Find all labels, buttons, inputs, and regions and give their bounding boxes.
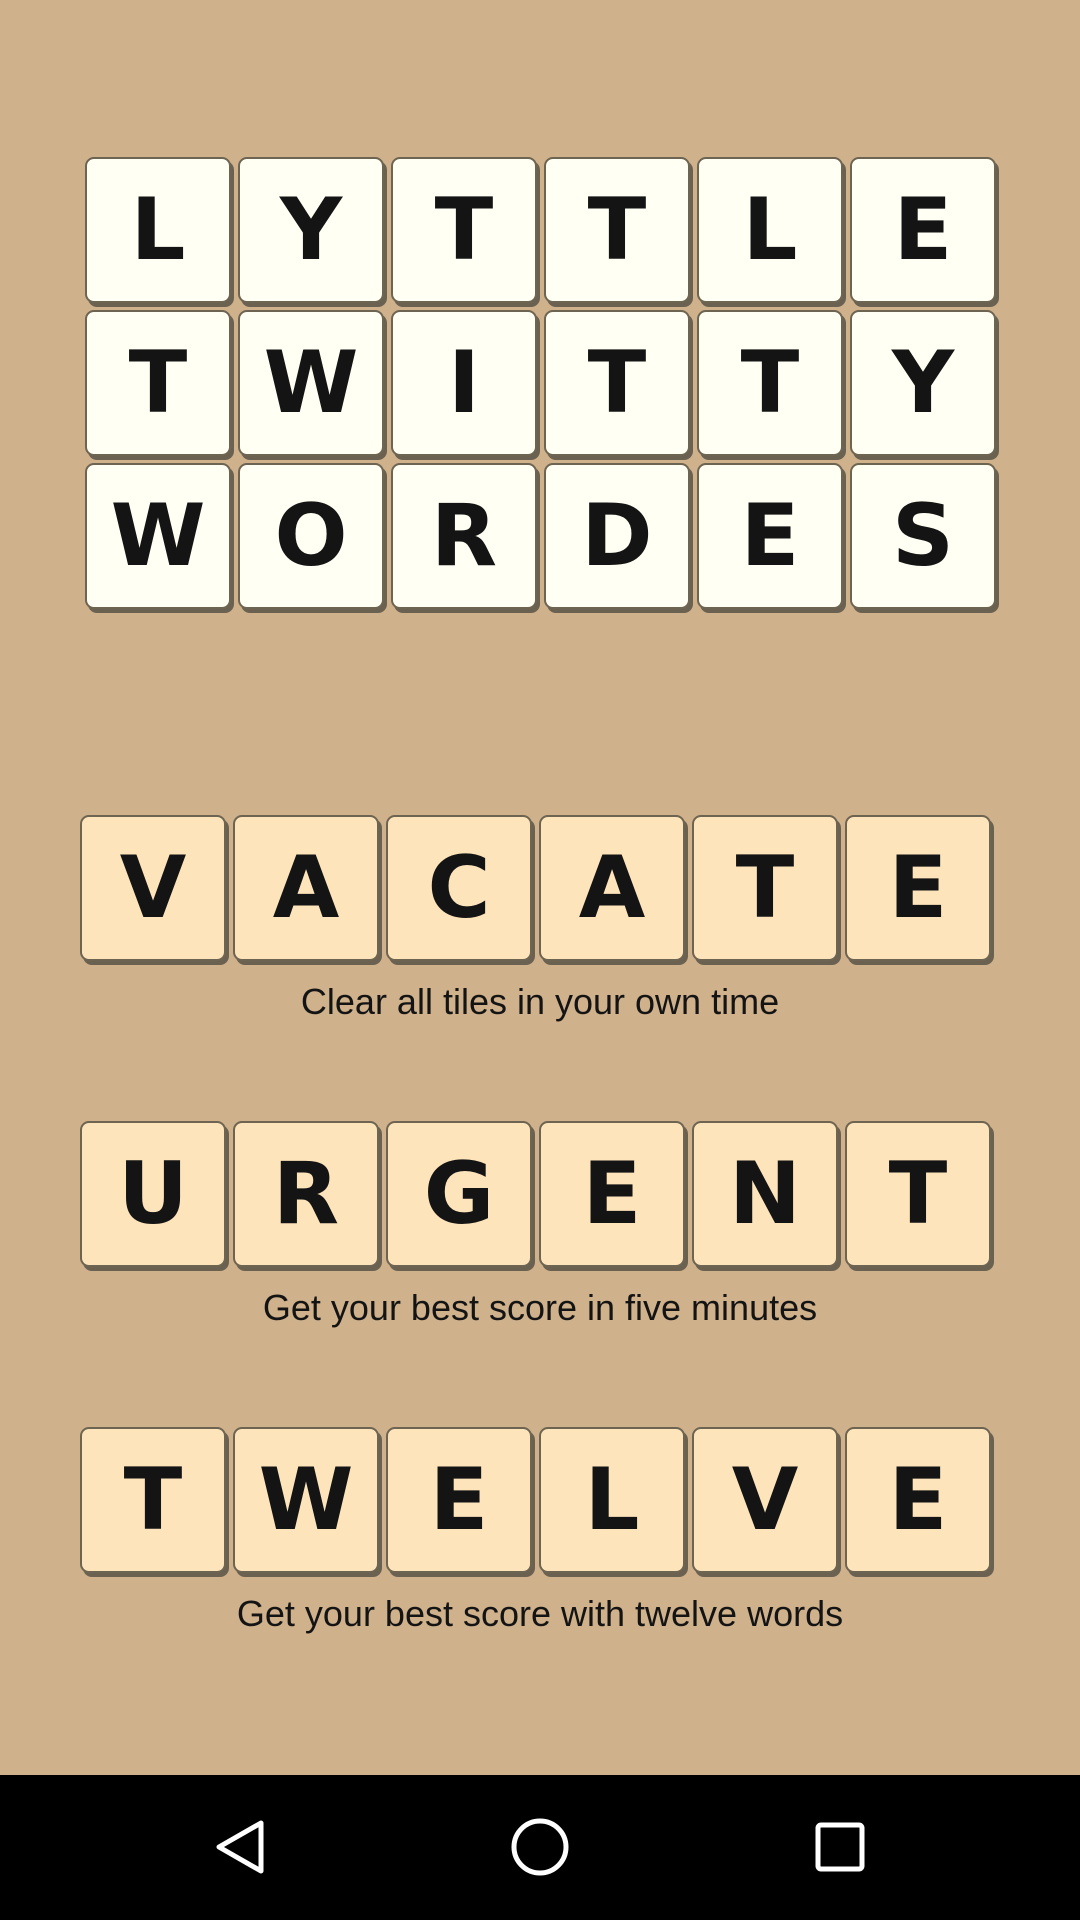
mode-twelve-caption: Get your best score with twelve words bbox=[236, 1593, 844, 1634]
mode-tile[interactable]: C bbox=[386, 815, 532, 961]
title-tile: O bbox=[238, 463, 384, 609]
mode-tile[interactable]: T bbox=[845, 1121, 991, 1267]
title-tile: Y bbox=[850, 310, 996, 456]
title-tile: T bbox=[544, 157, 690, 303]
mode-tile[interactable]: E bbox=[845, 815, 991, 961]
mode-tile[interactable]: A bbox=[539, 815, 685, 961]
mode-tile[interactable]: T bbox=[80, 1427, 226, 1573]
mode-tile[interactable]: A bbox=[233, 815, 379, 961]
title-tile: S bbox=[850, 463, 996, 609]
home-icon bbox=[511, 1818, 569, 1876]
back-icon bbox=[216, 1820, 264, 1874]
mode-tile[interactable]: N bbox=[692, 1121, 838, 1267]
title-tile: L bbox=[697, 157, 843, 303]
title-tile: T bbox=[544, 310, 690, 456]
mode-tile[interactable]: L bbox=[539, 1427, 685, 1573]
title-tile: I bbox=[391, 310, 537, 456]
mode-tile[interactable]: T bbox=[692, 815, 838, 961]
title-tile: D bbox=[544, 463, 690, 609]
circle-home-icon[interactable] bbox=[495, 1802, 585, 1892]
mode-tile[interactable]: R bbox=[233, 1121, 379, 1267]
title-tile: W bbox=[85, 463, 231, 609]
mode-vacate-caption: Clear all tiles in your own time bbox=[300, 981, 780, 1022]
title-tile: E bbox=[697, 463, 843, 609]
square-recents-icon[interactable] bbox=[795, 1802, 885, 1892]
title-tile: T bbox=[391, 157, 537, 303]
recents-icon bbox=[815, 1822, 865, 1872]
title-tile: R bbox=[391, 463, 537, 609]
mode-tile[interactable]: E bbox=[539, 1121, 685, 1267]
mode-tile[interactable]: V bbox=[692, 1427, 838, 1573]
mode-tile[interactable]: E bbox=[386, 1427, 532, 1573]
title-tile: L bbox=[85, 157, 231, 303]
title-tile: T bbox=[697, 310, 843, 456]
title-tile: Y bbox=[238, 157, 384, 303]
mode-tile[interactable]: W bbox=[233, 1427, 379, 1573]
navigation-bar bbox=[0, 1775, 1080, 1920]
mode-tile[interactable]: V bbox=[80, 815, 226, 961]
triangle-back-icon[interactable] bbox=[196, 1802, 286, 1892]
title-tile: T bbox=[85, 310, 231, 456]
mode-urgent-caption: Get your best score in five minutes bbox=[262, 1287, 818, 1328]
mode-tile[interactable]: U bbox=[80, 1121, 226, 1267]
mode-tile[interactable]: G bbox=[386, 1121, 532, 1267]
mode-tile[interactable]: E bbox=[845, 1427, 991, 1573]
title-tile: W bbox=[238, 310, 384, 456]
title-tile: E bbox=[850, 157, 996, 303]
